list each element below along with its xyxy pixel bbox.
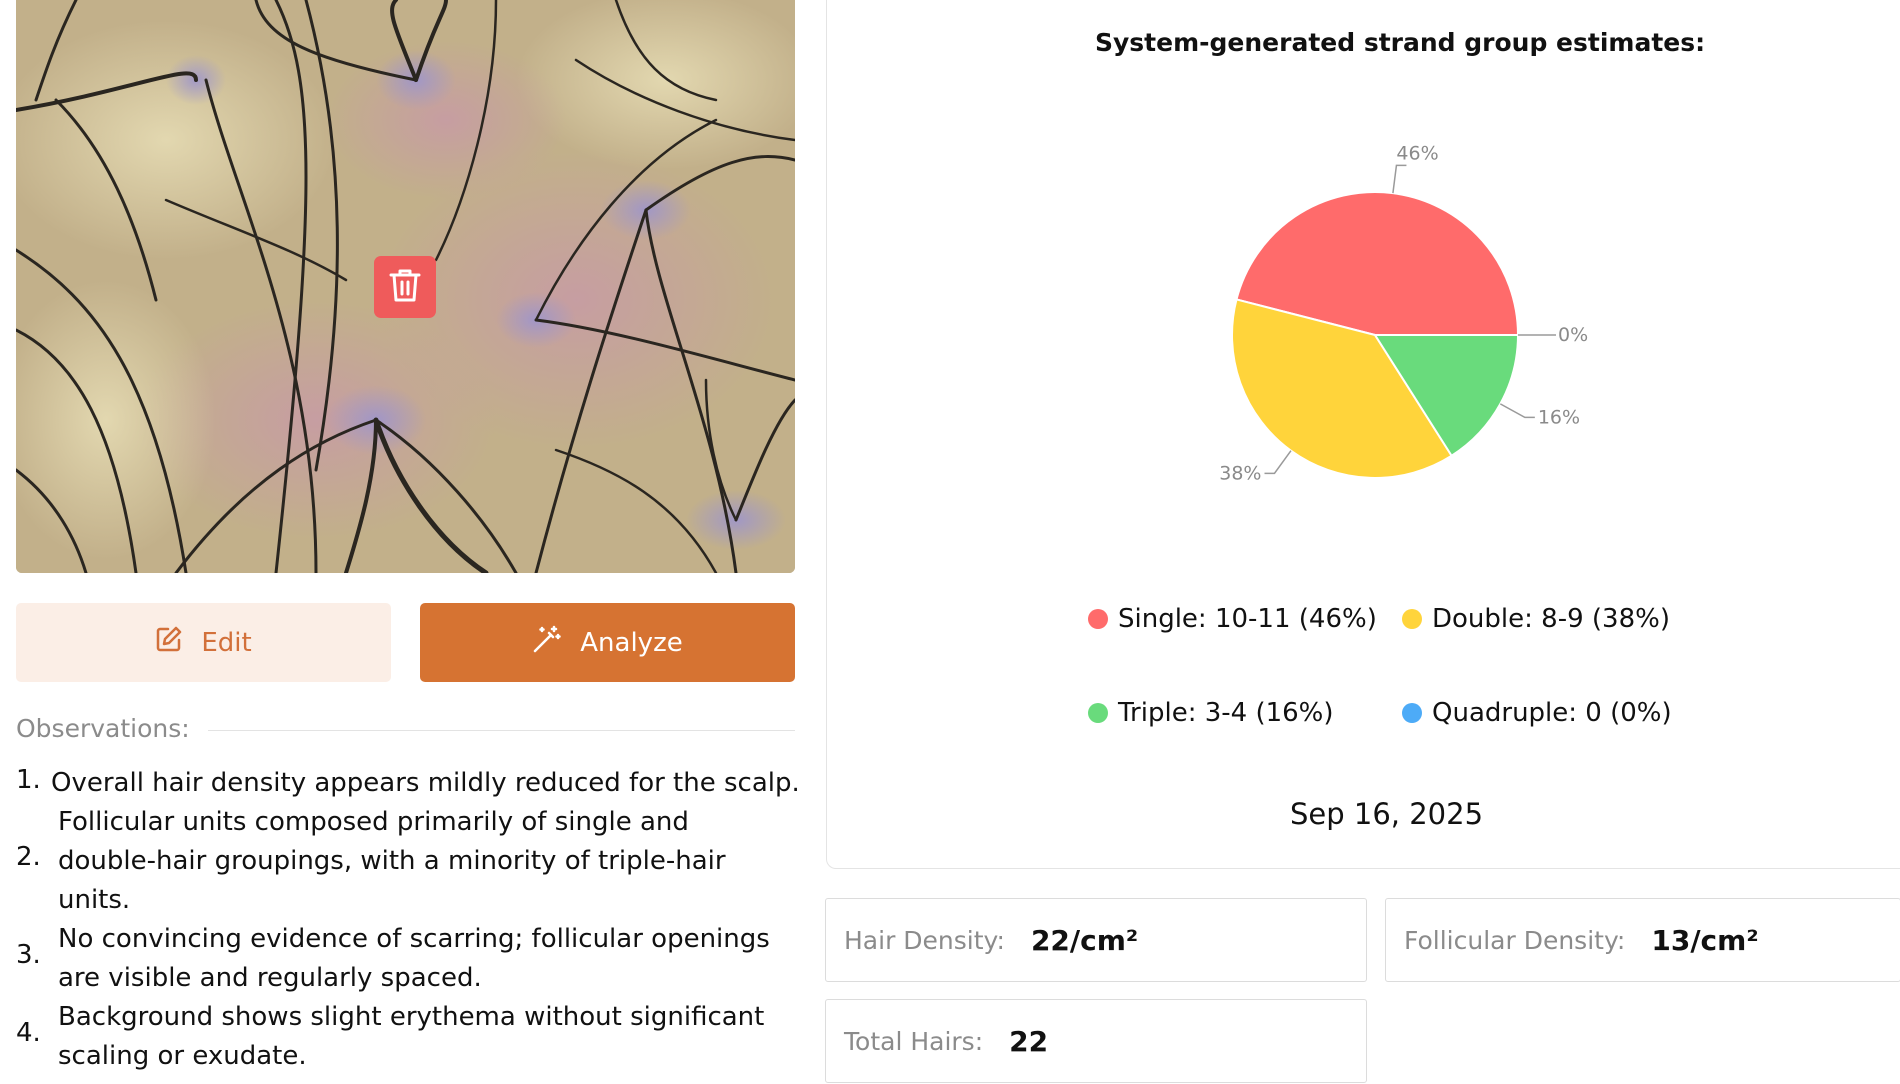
delete-image-button[interactable] xyxy=(374,256,436,318)
follicular-density-value: 13/cm² xyxy=(1651,923,1759,957)
observation-text: units. xyxy=(58,885,131,915)
edit-button[interactable]: Edit xyxy=(16,603,391,682)
observation-text: double-hair groupings, with a minority o… xyxy=(58,846,726,876)
hair-density-label: Hair Density: xyxy=(844,925,1005,955)
strand-group-pie-chart: 46% 38% 16% 0% xyxy=(1219,142,1588,484)
legend-label: Single: 10-11 (46%) xyxy=(1118,604,1377,634)
hair-density-value: 22/cm² xyxy=(1030,923,1139,957)
pie-label-triple: 16% xyxy=(1538,406,1580,428)
magic-wand-icon xyxy=(532,624,562,661)
pie-label-single: 46% xyxy=(1396,142,1438,164)
legend-label: Triple: 3-4 (16%) xyxy=(1118,698,1334,728)
follicular-density-label: Follicular Density: xyxy=(1404,925,1626,955)
legend-item-single[interactable]: Single: 10-11 (46%) xyxy=(1088,604,1377,634)
analyze-button[interactable]: Analyze xyxy=(420,603,795,682)
follicular-density-box: Follicular Density: 13/cm² xyxy=(1385,898,1900,982)
analyze-button-label: Analyze xyxy=(580,627,683,658)
chart-title: System-generated strand group estimates: xyxy=(1095,28,1706,57)
pie-label-quadruple: 0% xyxy=(1558,324,1588,346)
pie-leader-line xyxy=(1392,164,1407,194)
observation-text: Background shows slight erythema without… xyxy=(58,1002,765,1032)
analysis-date: Sep 16, 2025 xyxy=(1290,797,1484,831)
total-hairs-label: Total Hairs: xyxy=(844,1026,984,1056)
observation-number: 2. xyxy=(16,842,41,872)
legend-dot xyxy=(1402,609,1422,629)
observation-number: 3. xyxy=(16,940,41,970)
legend-item-quadruple[interactable]: Quadruple: 0 (0%) xyxy=(1402,698,1672,728)
total-hairs-value: 22 xyxy=(1009,1024,1049,1058)
hair-density-box: Hair Density: 22/cm² xyxy=(825,898,1367,982)
edit-icon xyxy=(155,625,183,660)
observation-text: Follicular units composed primarily of s… xyxy=(58,807,689,837)
legend-label: Double: 8-9 (38%) xyxy=(1432,604,1670,634)
observation-text: No convincing evidence of scarring; foll… xyxy=(58,924,770,954)
trash-icon xyxy=(388,267,422,307)
observations-heading: Observations: xyxy=(16,714,190,743)
pie-leader-line xyxy=(1264,450,1292,475)
observation-text: Overall hair density appears mildly redu… xyxy=(51,768,800,798)
pie-label-double: 38% xyxy=(1219,462,1261,484)
observation-text: are visible and regularly spaced. xyxy=(58,963,482,993)
total-hairs-box: Total Hairs: 22 xyxy=(825,999,1367,1083)
legend-dot xyxy=(1088,703,1108,723)
observations-divider xyxy=(208,730,795,731)
legend-item-double[interactable]: Double: 8-9 (38%) xyxy=(1402,604,1670,634)
legend-dot xyxy=(1088,609,1108,629)
observation-number: 4. xyxy=(16,1018,41,1048)
legend-item-triple[interactable]: Triple: 3-4 (16%) xyxy=(1088,698,1334,728)
edit-button-label: Edit xyxy=(201,627,252,658)
observation-text: scaling or exudate. xyxy=(58,1041,307,1071)
legend-label: Quadruple: 0 (0%) xyxy=(1432,698,1672,728)
legend-dot xyxy=(1402,703,1422,723)
observation-number: 1. xyxy=(16,765,41,795)
pie-leader-line xyxy=(1499,403,1535,419)
